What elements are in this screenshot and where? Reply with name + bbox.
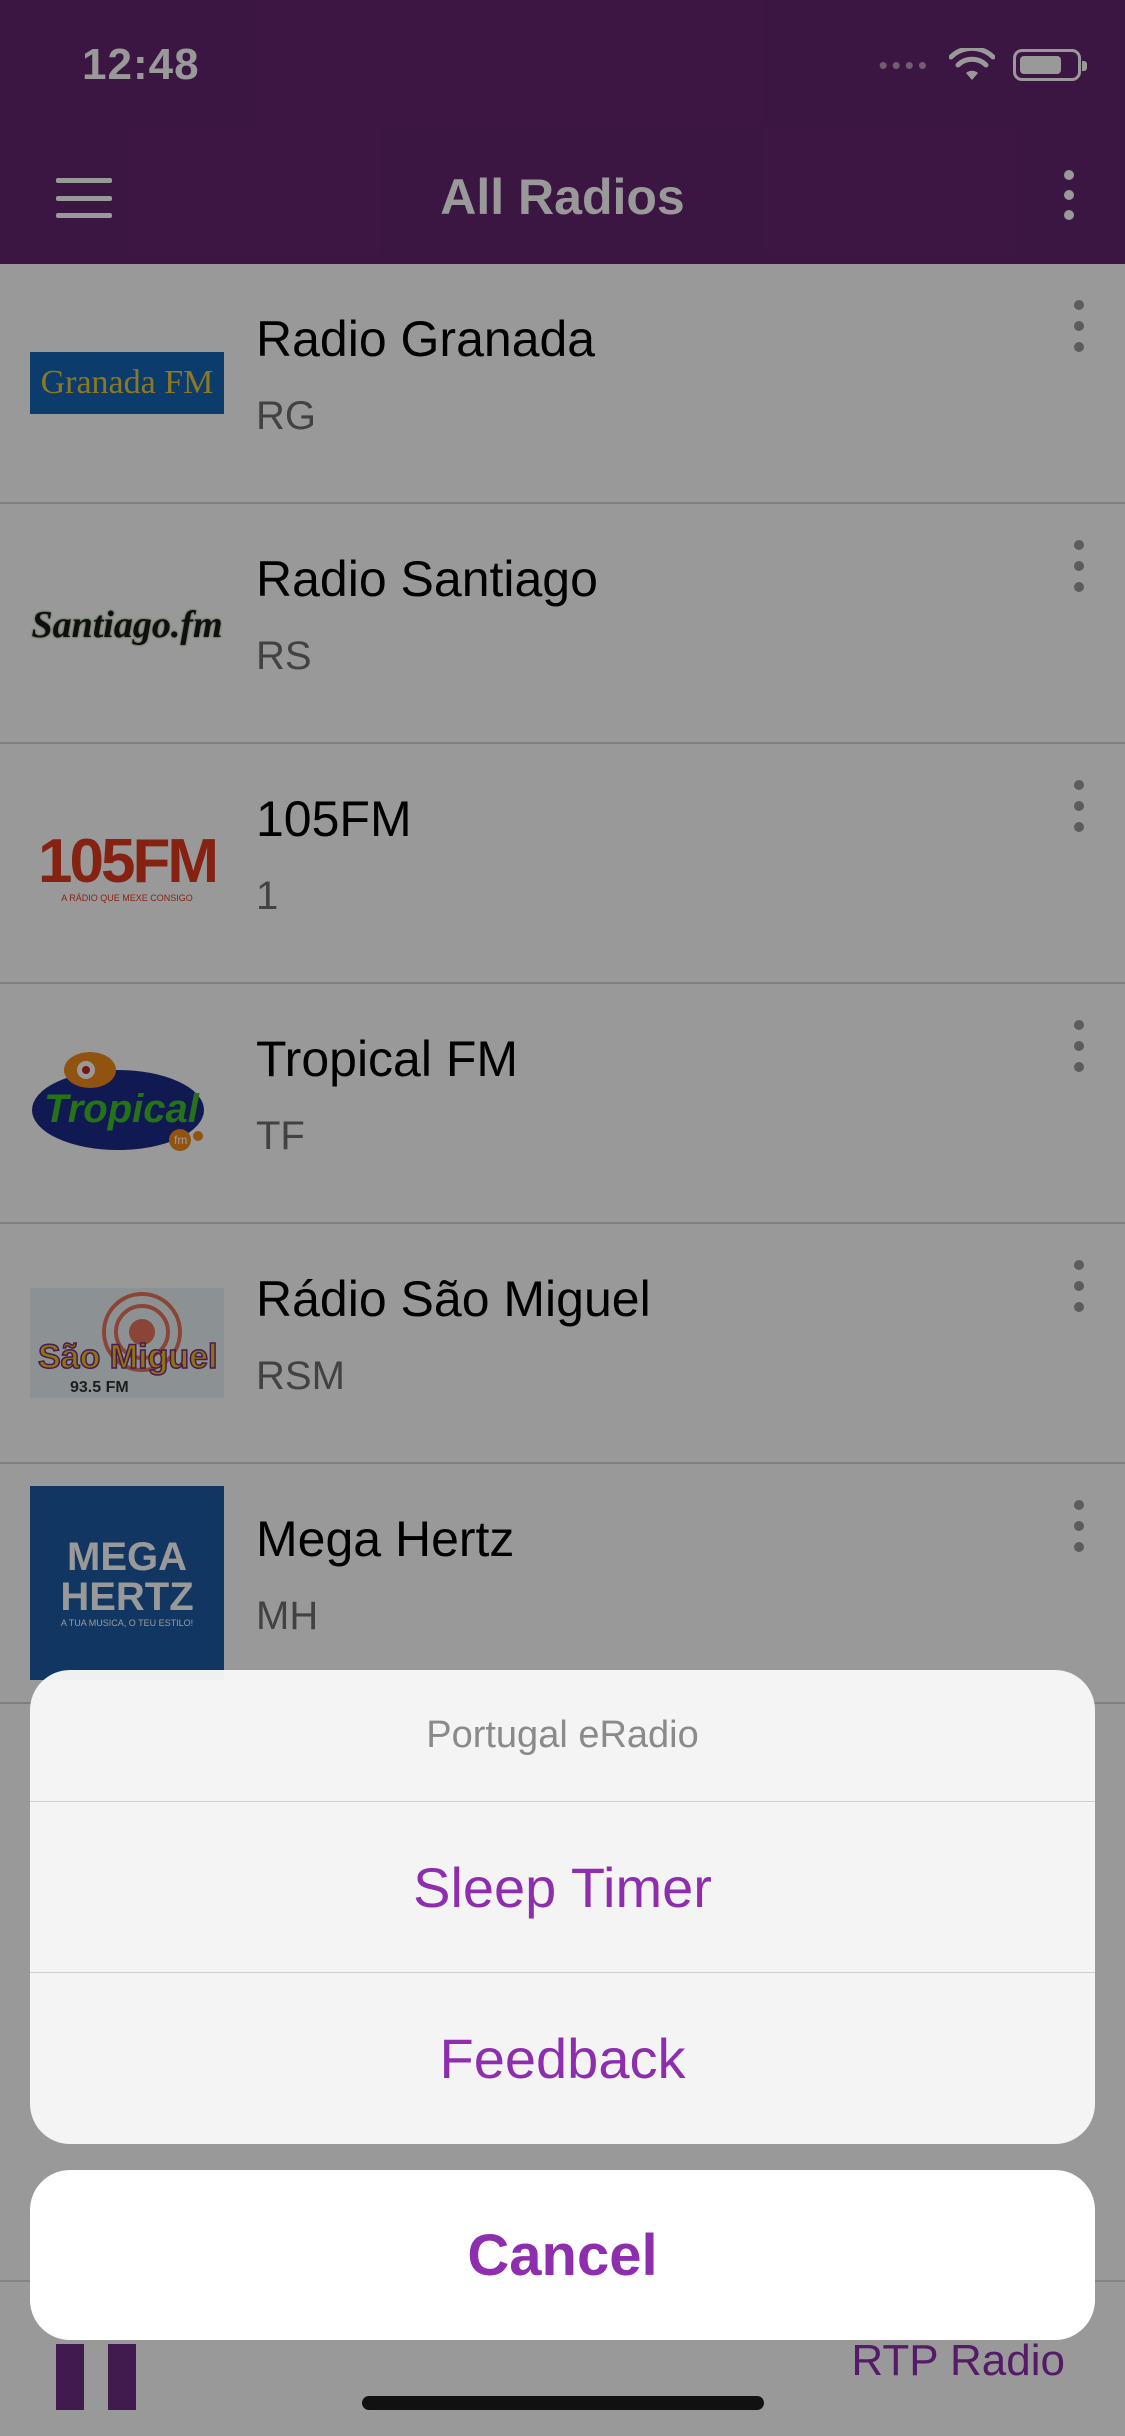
feedback-button[interactable]: Feedback (30, 1973, 1095, 2144)
action-sheet: Portugal eRadio Sleep Timer Feedback (30, 1670, 1095, 2144)
sleep-timer-button[interactable]: Sleep Timer (30, 1802, 1095, 1973)
home-indicator[interactable] (362, 2396, 764, 2410)
action-sheet-title: Portugal eRadio (30, 1670, 1095, 1802)
cancel-button[interactable]: Cancel (30, 2170, 1095, 2340)
